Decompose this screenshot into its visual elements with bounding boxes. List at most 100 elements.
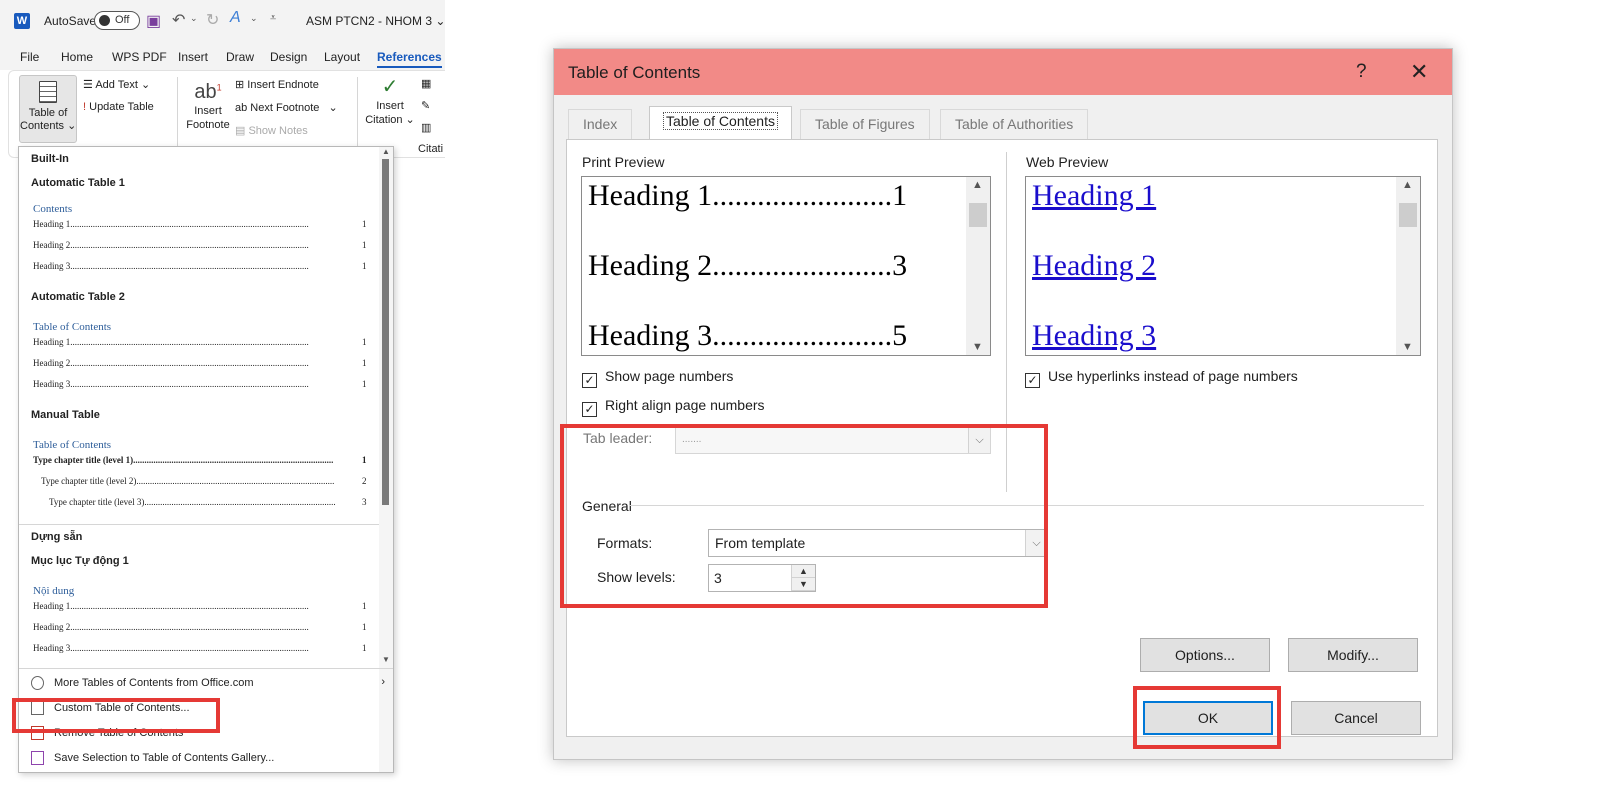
tab-draw[interactable]: Draw [226, 50, 254, 64]
manage-sources-icon[interactable]: ▦ [421, 77, 431, 90]
save-selection-menu-item[interactable]: Save Selection to Table of Contents Gall… [31, 751, 274, 765]
modify-button[interactable]: Modify... [1288, 638, 1418, 672]
line-page: 1 [362, 455, 367, 465]
tab-file[interactable]: File [20, 50, 39, 64]
table-of-contents-button[interactable]: Table of Contents ⌄ [19, 75, 77, 143]
line-page: 2 [362, 476, 367, 486]
show-notes-label: Show Notes [248, 125, 308, 137]
tab-table-of-figures[interactable]: Table of Figures [800, 109, 930, 139]
tab-figures-label: Table of Figures [815, 116, 915, 132]
update-table-button[interactable]: ! Update Table [83, 101, 154, 113]
line-page: 1 [362, 358, 367, 368]
next-footnote-label: Next Footnote [250, 102, 320, 114]
gallery-item-title[interactable]: Nội dung [33, 585, 74, 597]
line-text: Heading 3 [33, 261, 71, 271]
title-bar: W AutoSave Off ▣ ↶ ⌄ ↻ A ⌄ ⩡ ASM PTCN2 -… [0, 0, 445, 40]
add-text-icon: ☰ [83, 79, 96, 91]
row-page: 1 [892, 179, 908, 212]
tab-references[interactable]: References [377, 50, 442, 68]
web-preview-link[interactable]: Heading 2 [1032, 249, 1156, 283]
print-preview-box: Heading 1........................1 Headi… [581, 176, 991, 356]
line-dots: ........................................… [70, 643, 309, 653]
table-of-contents-dialog: Table of Contents ? ✕ Index Table of Con… [553, 48, 1453, 760]
undo-dropdown-icon[interactable]: ⌄ [190, 13, 198, 24]
print-preview-scrollbar[interactable]: ▲ ▼ [966, 177, 990, 355]
undo-icon[interactable]: ↶ [172, 10, 185, 30]
row-text: Heading 3 [588, 319, 713, 352]
line-dots: ........................................… [70, 358, 309, 368]
gallery-line: Heading 3...............................… [33, 643, 309, 653]
show-notes-button[interactable]: ▤ Show Notes [235, 124, 308, 137]
tab-layout[interactable]: Layout [324, 50, 360, 64]
document-title[interactable]: ASM PTCN2 - NHOM 3 ⌄ [306, 14, 445, 28]
insert-footnote-line1: Insert [194, 104, 222, 117]
word-window: W AutoSave Off ▣ ↶ ⌄ ↻ A ⌄ ⩡ ASM PTCN2 -… [0, 0, 445, 800]
gallery-line: Heading 1...............................… [33, 337, 309, 347]
redo-icon[interactable]: ↻ [206, 10, 219, 30]
scroll-down-icon[interactable]: ▼ [972, 341, 983, 353]
help-icon[interactable]: ? [1356, 61, 1367, 83]
tab-index-label: Index [583, 116, 618, 132]
row-text: Heading 1 [588, 179, 713, 212]
next-footnote-icon: ab [235, 102, 251, 114]
format-painter-icon[interactable]: A [230, 9, 241, 27]
autosave-toggle[interactable]: Off [94, 11, 140, 30]
line-dots: ........................................… [70, 240, 309, 250]
gallery-line: Heading 3...............................… [33, 261, 309, 271]
tab-authorities-label: Table of Authorities [955, 116, 1074, 132]
painter-dropdown-icon[interactable]: ⌄ [250, 13, 258, 24]
scroll-up-icon[interactable]: ▲ [972, 179, 983, 191]
scroll-up-icon[interactable]: ▲ [1402, 179, 1413, 191]
tab-table-of-authorities[interactable]: Table of Authorities [940, 109, 1089, 139]
scroll-down-icon[interactable]: ▼ [382, 655, 390, 664]
insert-endnote-label: Insert Endnote [247, 79, 319, 91]
options-button[interactable]: Options... [1140, 638, 1270, 672]
ribbon-divider [177, 77, 178, 149]
gallery-item-title[interactable]: Table of Contents [33, 321, 111, 333]
close-icon[interactable]: ✕ [1410, 59, 1428, 85]
use-hyperlinks-checkbox[interactable]: ✓ Use hyperlinks instead of page numbers [1025, 368, 1298, 388]
gallery-item-name: Automatic Table 2 [31, 291, 125, 303]
next-footnote-button[interactable]: ab Next Footnote ⌄ [235, 101, 338, 114]
scroll-thumb[interactable] [1399, 203, 1417, 227]
insert-citation-button[interactable]: ✓ Insert Citation ⌄ [365, 75, 415, 127]
autosave-label: AutoSave [44, 14, 97, 28]
tab-index[interactable]: Index [568, 109, 633, 139]
line-page: 1 [362, 337, 367, 347]
scroll-thumb[interactable] [382, 159, 389, 505]
more-tocs-menu-item[interactable]: More Tables of Contents from Office.com › [31, 676, 389, 690]
row-page: 3 [892, 249, 908, 282]
section-dung-san: Dựng sẵn [31, 531, 83, 543]
use-hyperlinks-label: Use hyperlinks instead of page numbers [1048, 368, 1298, 384]
show-page-numbers-checkbox[interactable]: ✓ Show page numbers [582, 368, 733, 388]
gallery-item-title[interactable]: Table of Contents [33, 439, 111, 451]
gallery-item-title[interactable]: Contents [33, 203, 72, 215]
right-align-checkbox[interactable]: ✓ Right align page numbers [582, 397, 765, 417]
insert-endnote-button[interactable]: ⊞ Insert Endnote [235, 78, 319, 91]
line-page: 1 [362, 240, 367, 250]
web-preview-link[interactable]: Heading 1 [1032, 179, 1156, 213]
bibliography-icon[interactable]: ▥ [421, 121, 431, 134]
web-preview-label: Web Preview [1026, 154, 1109, 170]
print-preview-row: Heading 1........................1 [588, 179, 907, 213]
tab-wps-pdf[interactable]: WPS PDF [112, 50, 167, 64]
gallery-item-name: Automatic Table 1 [31, 177, 125, 189]
scroll-down-icon[interactable]: ▼ [1402, 341, 1413, 353]
save-icon[interactable]: ▣ [146, 11, 161, 31]
tab-home[interactable]: Home [61, 50, 93, 64]
web-preview-scrollbar[interactable]: ▲ ▼ [1396, 177, 1420, 355]
add-text-button[interactable]: ☰ Add Text ⌄ [83, 78, 150, 91]
scroll-thumb[interactable] [969, 203, 987, 227]
web-preview-link[interactable]: Heading 3 [1032, 319, 1156, 353]
save-gallery-icon [31, 751, 44, 765]
tab-insert[interactable]: Insert [178, 50, 208, 64]
insert-footnote-button[interactable]: ab1 Insert Footnote [185, 75, 231, 132]
line-dots: ........................................… [133, 455, 334, 465]
tab-design[interactable]: Design [270, 50, 307, 64]
customize-toolbar-icon[interactable]: ⩡ [270, 12, 276, 25]
tab-table-of-contents[interactable]: Table of Contents [649, 106, 792, 140]
cancel-button[interactable]: Cancel [1291, 701, 1421, 735]
word-logo-icon: W [14, 13, 30, 29]
scroll-up-icon[interactable]: ▲ [382, 147, 390, 156]
style-icon[interactable]: ✎ [421, 99, 430, 112]
